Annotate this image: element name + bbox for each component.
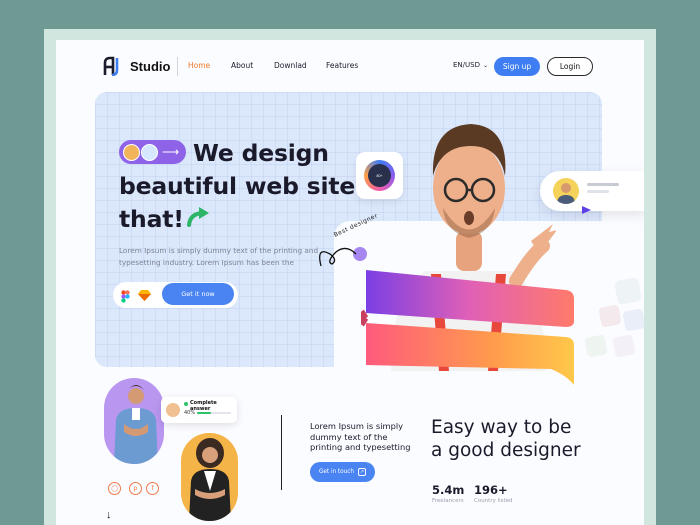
currency-value: EN/USD — [453, 61, 480, 69]
divider — [281, 415, 282, 490]
message-line — [587, 183, 619, 186]
section-title-line-1: Easy way to be — [431, 417, 572, 438]
login-button[interactable]: Login — [547, 57, 593, 76]
complete-answer-percent: 40% — [184, 410, 196, 416]
about-text: Lorem Ipsum is simply dummy text of the … — [310, 421, 411, 452]
status-dot — [184, 402, 188, 406]
sketch-icon — [138, 290, 151, 301]
complete-answer-card: Complete answer 40% — [161, 397, 237, 423]
stat-countries-value: 196+ — [474, 483, 508, 497]
play-icon — [582, 206, 591, 214]
message-line — [587, 190, 609, 193]
section-title-line-2: a good designer — [431, 440, 581, 461]
get-it-now-button[interactable]: Get it now — [162, 283, 234, 305]
stat-freelancers-label: Freelancers — [432, 498, 464, 504]
nav-about[interactable]: About — [231, 61, 253, 70]
stat-freelancers-value: 5.4m — [432, 483, 465, 497]
nav-home[interactable]: Home — [188, 61, 210, 70]
progress-bar — [197, 412, 231, 414]
nav-divider — [177, 57, 178, 76]
avatars-pill[interactable]: ⟶ — [119, 140, 186, 164]
arrow-down-icon[interactable]: ↓ — [106, 509, 112, 521]
landing-page: Studio Home About Downlad Features EN/US… — [56, 40, 644, 525]
get-in-touch-button[interactable]: Get in touch ↗ — [310, 462, 375, 482]
arrow-right-icon: ⟶ — [162, 145, 180, 159]
message-card[interactable] — [540, 171, 644, 214]
complete-answer-title: Complete answer — [190, 400, 217, 412]
avatar — [141, 143, 158, 161]
team-photo-2 — [181, 433, 238, 521]
hero-headline-2: beautiful web site — [119, 172, 356, 200]
nav-features[interactable]: Features — [326, 61, 358, 70]
brand-name: Studio — [130, 58, 171, 74]
avatar — [166, 403, 180, 417]
avatar — [123, 143, 140, 161]
figma-icon — [121, 290, 130, 303]
logo-mark-icon — [103, 56, 125, 76]
logo[interactable]: Studio — [103, 56, 170, 76]
nav-download[interactable]: Downlad — [274, 61, 307, 70]
chevron-down-icon: ⌄ — [482, 61, 489, 69]
avatar — [553, 178, 579, 204]
get-in-touch-label: Get in touch — [319, 469, 354, 475]
hero-headline-3: that! — [119, 205, 184, 233]
pinterest-icon[interactable]: p — [129, 482, 142, 495]
squiggle-icon — [319, 247, 357, 267]
ribbon-graphic — [361, 270, 574, 385]
progress-fill — [197, 412, 211, 414]
currency-select[interactable]: EN/USD ⌄ — [453, 61, 488, 69]
hero-headline-1: We design — [193, 139, 329, 167]
hero-description: Lorem Ipsum is simply dummy text of the … — [119, 246, 319, 267]
team-photo-1 — [104, 378, 164, 464]
facebook-icon[interactable]: f — [146, 482, 159, 495]
decor-squares — [585, 277, 644, 357]
section-title: Easy way to be a good designer — [431, 416, 581, 462]
stat-countries-label: Country listed — [474, 498, 513, 504]
signup-button[interactable]: Sign up — [494, 57, 540, 76]
instagram-icon[interactable]: ◯ — [108, 482, 121, 495]
arrow-icon: ↗ — [357, 468, 366, 476]
curved-arrow-icon — [187, 207, 209, 227]
